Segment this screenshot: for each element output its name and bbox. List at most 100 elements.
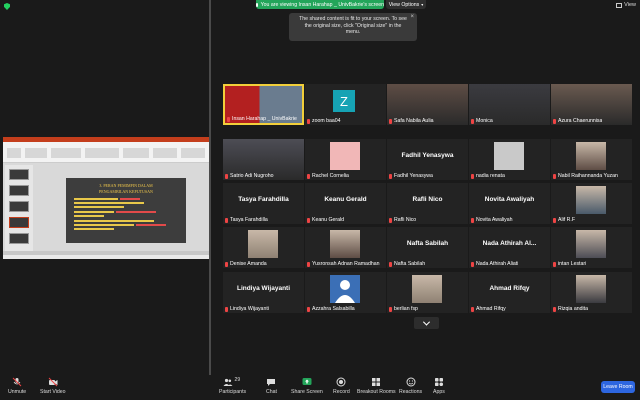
unmute-button[interactable]: Unmute: [8, 377, 26, 395]
viewing-screen-banner: You are viewing Insan Harahap _ UnivBakr…: [256, 0, 384, 9]
participant-tile[interactable]: Safa Nabila Aulia: [387, 84, 468, 125]
shared-screen[interactable]: 3. PERAN PEMIMPIN DALAM PENGAMBILAN KEPU…: [3, 137, 209, 259]
breakout-rooms-icon: [371, 377, 381, 387]
close-icon[interactable]: ×: [410, 14, 414, 21]
participant-name-label: Insan Harahap _ UnivBakrie: [227, 116, 297, 122]
participant-name: Fadhil Yenasywa: [394, 173, 433, 179]
shield-icon[interactable]: [4, 3, 10, 10]
participant-tile[interactable]: Nabil Raihannanda Yuzan: [551, 139, 632, 180]
participant-tile[interactable]: Zzoom baa04: [305, 84, 386, 125]
participant-name-label: Azura Chaerunnisa: [553, 118, 602, 124]
mic-muted-icon: [225, 261, 228, 267]
participant-tile[interactable]: Insan Harahap _ UnivBakrie: [223, 84, 304, 125]
participant-display-name: Ahmad Rifqy: [489, 285, 530, 292]
current-slide: 3. PERAN PEMIMPIN DALAM PENGAMBILAN KEPU…: [66, 178, 186, 243]
participant-tile[interactable]: Keanu Gerald Keanu Gerald: [305, 183, 386, 224]
participant-name: Novita Awaliyah: [476, 217, 513, 223]
participant-display-name: Nada Athirah Al...: [482, 240, 537, 247]
mic-muted-icon: [225, 173, 228, 179]
chat-button[interactable]: Chat: [266, 377, 277, 395]
participants-label: Participants: [219, 389, 247, 395]
participant-name-label: zoom baa04: [307, 118, 341, 124]
participant-tile[interactable]: berlian fsp: [387, 272, 468, 313]
avatar: [330, 142, 360, 170]
participant-tile[interactable]: Ahmad Rifqy Ahmad Rifqy: [469, 272, 550, 313]
participant-name-label: nadia renata: [471, 173, 505, 179]
participant-name-label: Lindiya Wijayanti: [225, 306, 269, 312]
start-video-label: Start Video: [40, 389, 66, 395]
participant-name: Monica: [476, 118, 493, 124]
chevron-down-icon: ▾: [421, 2, 424, 7]
share-screen-icon: [302, 377, 312, 387]
participant-name-label: Rafli Nico: [389, 217, 416, 223]
split-divider[interactable]: [209, 0, 211, 375]
participant-name: intan Lestari: [558, 261, 587, 267]
participant-name: Ahmad Rifqy: [476, 306, 506, 312]
participant-name: Alif R.F: [558, 217, 576, 223]
user-icon: [335, 280, 355, 303]
avatar: [412, 275, 442, 303]
participant-name: Insan Harahap _ UnivBakrie: [232, 116, 297, 122]
mic-muted-icon: [307, 118, 310, 124]
participant-tile[interactable]: Denise Amanda: [223, 227, 304, 268]
reactions-icon: [406, 377, 416, 387]
participants-button[interactable]: 29 Participants: [219, 377, 246, 395]
participant-tile[interactable]: Yusronsah Adnan Ramadhan: [305, 227, 386, 268]
mic-muted-icon: [471, 217, 474, 223]
view-button[interactable]: View: [616, 2, 636, 8]
participant-tile[interactable]: intan Lestari: [551, 227, 632, 268]
mic-muted-icon: [389, 118, 392, 124]
participant-tile[interactable]: Rachel Cornelia: [305, 139, 386, 180]
participant-name: Tasya Farahdilla: [230, 217, 268, 223]
leave-room-button[interactable]: Leave Room: [601, 381, 635, 393]
mic-muted-icon: [227, 116, 230, 122]
participant-display-name: Lindiya Wijayanti: [236, 285, 291, 292]
participant-name-label: Rizqia andita: [553, 306, 588, 312]
avatar: [494, 142, 524, 170]
participant-tile[interactable]: Tasya Farahdilla Tasya Farahdilla: [223, 183, 304, 224]
participant-tile[interactable]: Azzahra Salsabilla: [305, 272, 386, 313]
participant-tile[interactable]: Novita Awaliyah Novita Awaliyah: [469, 183, 550, 224]
apps-button[interactable]: Apps: [433, 377, 445, 395]
mic-muted-icon: [389, 306, 392, 312]
participant-name-label: Fadhil Yenasywa: [389, 173, 433, 179]
participant-display-name: Rafli Nico: [412, 196, 443, 203]
mic-muted-icon: [471, 306, 474, 312]
reactions-button[interactable]: Reactions: [399, 377, 422, 395]
gallery-scroll-down-button[interactable]: [414, 317, 439, 329]
participant-name: Satrio Adi Nugroho: [230, 173, 274, 179]
participant-name-label: Nafta Sabilah: [389, 261, 425, 267]
participant-tile[interactable]: Azura Chaerunnisa: [551, 84, 632, 125]
participant-tile[interactable]: Nada Athirah Al... Nada Athirah Aliati: [469, 227, 550, 268]
participant-display-name: Keanu Gerald: [324, 196, 367, 203]
start-video-button[interactable]: Start Video: [40, 377, 66, 395]
participant-name-label: intan Lestari: [553, 261, 586, 267]
avatar: Z: [333, 90, 355, 112]
participant-name: Keanu Gerald: [312, 217, 345, 223]
participant-name-label: Monica: [471, 118, 493, 124]
participant-tile[interactable]: Alif R.F: [551, 183, 632, 224]
participant-tile[interactable]: Monica: [469, 84, 550, 125]
participant-tile[interactable]: Rizqia andita: [551, 272, 632, 313]
slide-title-line1: 3. PERAN PEMIMPIN DALAM: [99, 183, 153, 188]
record-button[interactable]: Record: [333, 377, 350, 395]
chat-label: Chat: [266, 389, 277, 395]
share-screen-button[interactable]: Share Screen: [291, 377, 323, 395]
participant-name-label: Safa Nabila Aulia: [389, 118, 434, 124]
participant-tile[interactable]: nadia renata: [469, 139, 550, 180]
unmute-label: Unmute: [8, 389, 27, 395]
participant-tile[interactable]: Nafta Sabilah Nafta Sabilah: [387, 227, 468, 268]
participant-name: Nabil Raihannanda Yuzan: [558, 173, 618, 179]
mic-muted-icon: [307, 261, 310, 267]
mic-muted-icon: [553, 173, 556, 179]
participant-tile[interactable]: Fadhil Yenasywa Fadhil Yenasywa: [387, 139, 468, 180]
video-off-icon: [48, 377, 58, 387]
participant-tile[interactable]: Rafli Nico Rafli Nico: [387, 183, 468, 224]
participant-tile[interactable]: Satrio Adi Nugroho: [223, 139, 304, 180]
view-options-button[interactable]: View Options ▾: [386, 0, 426, 9]
participants-icon: 29: [223, 377, 243, 387]
participant-name: Yusronsah Adnan Ramadhan: [312, 261, 380, 267]
participant-name-label: Rachel Cornelia: [307, 173, 349, 179]
breakout-rooms-button[interactable]: Breakout Rooms: [357, 377, 396, 395]
participant-tile[interactable]: Lindiya Wijayanti Lindiya Wijayanti: [223, 272, 304, 313]
